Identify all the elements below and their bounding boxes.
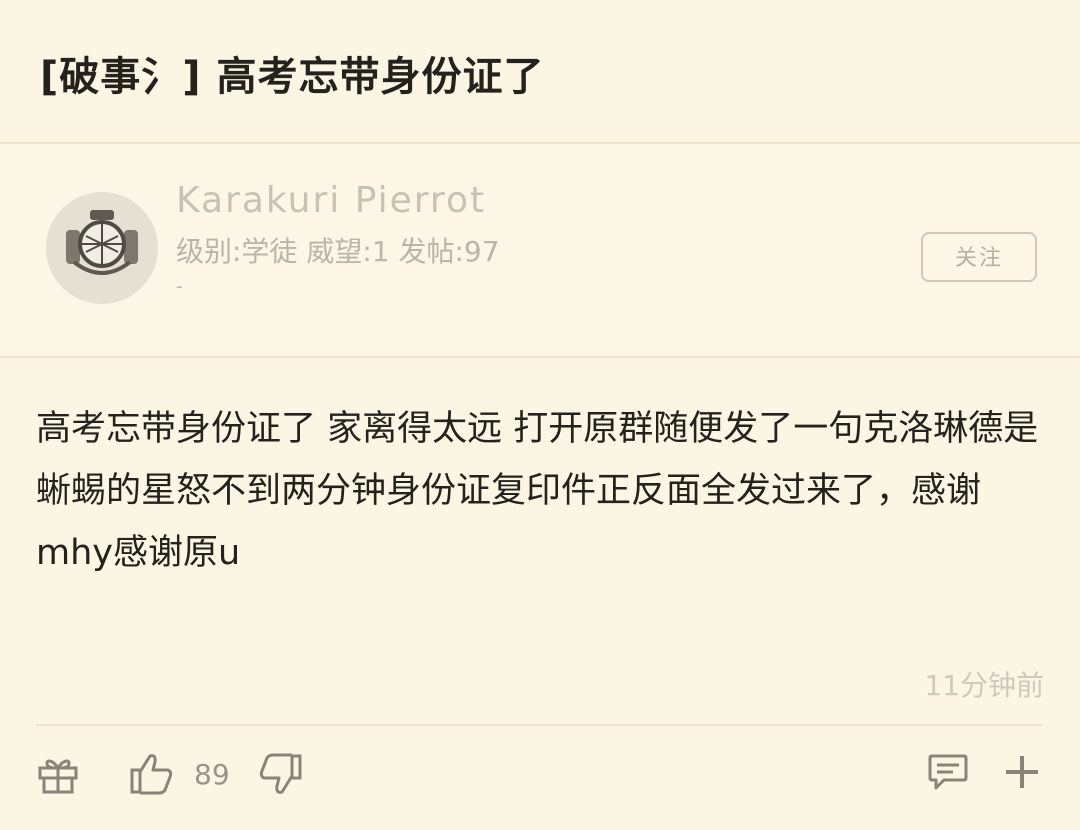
like-count: 89	[194, 758, 230, 791]
thumbs-down-icon[interactable]	[256, 752, 304, 800]
avatar-image	[46, 192, 158, 304]
action-bar: 89	[0, 726, 1080, 830]
author-name[interactable]: Karakuri Pierrot	[176, 180, 486, 221]
post-content: 高考忘带身份证了 家离得太远 打开原群随便发了一句克洛琳德是蜥蜴的星怒不到两分钟…	[36, 409, 1039, 573]
title-bar: [破事氵] 高考忘带身份证了	[0, 0, 1080, 144]
comment-icon[interactable]	[926, 750, 970, 794]
avatar[interactable]	[46, 192, 158, 304]
author-signature: -	[176, 276, 183, 297]
thumbs-up-icon[interactable]	[128, 750, 176, 798]
plus-icon[interactable]	[1000, 750, 1044, 794]
page-title: [破事氵] 高考忘带身份证了	[40, 54, 545, 100]
gift-icon[interactable]	[36, 752, 80, 796]
author-section: Karakuri Pierrot 级别:学徒 威望:1 发帖:97 - 关注	[0, 144, 1080, 358]
follow-button[interactable]: 关注	[921, 232, 1037, 282]
post-timestamp: 11分钟前	[924, 669, 1044, 702]
author-stats: 级别:学徒 威望:1 发帖:97	[176, 235, 500, 268]
